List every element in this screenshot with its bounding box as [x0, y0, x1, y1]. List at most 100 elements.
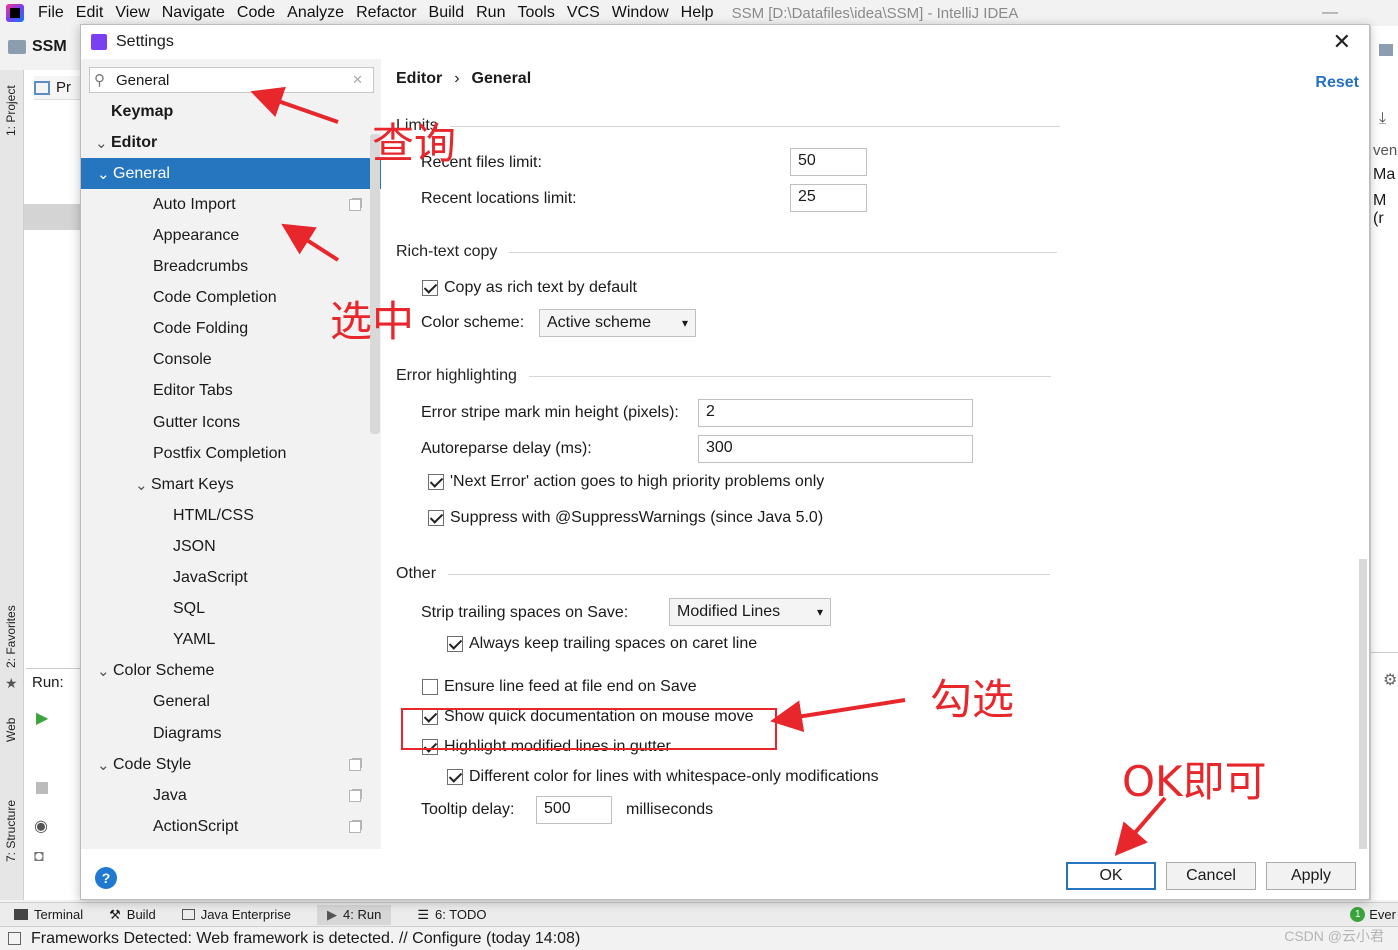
- tree-item-java[interactable]: Java: [81, 780, 381, 811]
- event-log[interactable]: 1 Ever: [1350, 907, 1396, 922]
- settings-gear-icon[interactable]: ⚙: [1383, 670, 1397, 690]
- menu-help[interactable]: Help: [675, 4, 720, 22]
- tree-item-label: Code Folding: [153, 320, 249, 338]
- download-icon[interactable]: ⤓: [1379, 110, 1386, 128]
- minimize-icon[interactable]: —: [1322, 4, 1338, 22]
- autoreparse-input[interactable]: 300: [698, 435, 973, 463]
- run-icon[interactable]: ▶: [36, 708, 48, 728]
- chevron-down-icon[interactable]: ⌄: [97, 662, 113, 680]
- breadcrumb-editor[interactable]: Editor: [396, 70, 442, 88]
- project-tab-stub[interactable]: Pr: [56, 79, 71, 96]
- content-scrollbar[interactable]: [1359, 559, 1367, 849]
- status-toggle-icon[interactable]: [8, 932, 21, 945]
- menu-refactor[interactable]: Refactor: [350, 4, 422, 22]
- menu-analyze[interactable]: Analyze: [281, 4, 350, 22]
- checkbox-box: [422, 679, 438, 695]
- tree-item-code-style[interactable]: ⌄ Code Style: [81, 749, 381, 780]
- apply-button[interactable]: Apply: [1266, 862, 1356, 890]
- camera-icon[interactable]: ◘: [34, 848, 44, 866]
- tree-item-label: Gutter Icons: [153, 413, 241, 431]
- menu-edit[interactable]: Edit: [70, 4, 110, 22]
- tree-item-actionscript[interactable]: ActionScript: [81, 811, 381, 842]
- tree-item-console[interactable]: Console: [81, 345, 381, 376]
- nav-project-name[interactable]: SSM: [32, 38, 67, 56]
- recent-locations-input[interactable]: 25: [790, 184, 867, 212]
- chevron-down-icon[interactable]: ⌄: [97, 165, 113, 183]
- stripe-height-input[interactable]: 2: [698, 399, 973, 427]
- tab-todo[interactable]: ☰ 6: TODO: [417, 907, 486, 923]
- tree-item-label: Code Style: [113, 755, 192, 773]
- tree-item-javascript[interactable]: JavaScript: [81, 563, 381, 594]
- copy-rich-text-checkbox[interactable]: Copy as rich text by default: [422, 279, 637, 297]
- cancel-button[interactable]: Cancel: [1166, 862, 1256, 890]
- tab-java-enterprise[interactable]: Java Enterprise: [181, 907, 291, 922]
- recent-files-input[interactable]: 50: [790, 148, 867, 176]
- chevron-down-icon[interactable]: ⌄: [97, 756, 113, 774]
- tree-item-sql[interactable]: SQL: [81, 594, 381, 625]
- bottom-tool-tabs: Terminal ⚒ Build Java Enterprise ▶ 4: Run …: [0, 902, 1398, 926]
- chevron-down-icon[interactable]: ⌄: [135, 476, 151, 494]
- tree-item-smart-keys[interactable]: ⌄ Smart Keys: [81, 469, 381, 500]
- menu-run[interactable]: Run: [470, 4, 511, 22]
- tool-web[interactable]: Web: [4, 718, 18, 742]
- search-icon: ⚲: [94, 72, 105, 89]
- strip-trailing-select[interactable]: Modified Lines ▾: [669, 598, 831, 626]
- tool-favorites[interactable]: 2: Favorites: [4, 605, 18, 668]
- tree-item-postfix-completion[interactable]: Postfix Completion: [81, 438, 381, 469]
- tree-item-general[interactable]: ⌄ General: [81, 158, 381, 190]
- menu-view[interactable]: View: [109, 4, 155, 22]
- tree-item-yaml[interactable]: YAML: [81, 625, 381, 656]
- ok-button[interactable]: OK: [1066, 862, 1156, 890]
- sidebar-scrollbar[interactable]: [370, 134, 380, 434]
- tab-build[interactable]: ⚒ Build: [109, 907, 156, 923]
- tree-item-editor-tabs[interactable]: Editor Tabs: [81, 376, 381, 407]
- tree-item-appearance[interactable]: Appearance: [81, 220, 381, 251]
- menu-tools[interactable]: Tools: [511, 4, 560, 22]
- clear-search-icon[interactable]: ✕: [352, 72, 363, 88]
- next-error-checkbox[interactable]: 'Next Error' action goes to high priorit…: [428, 473, 824, 491]
- menu-vcs[interactable]: VCS: [561, 4, 606, 22]
- tool-structure[interactable]: 7: Structure: [4, 800, 18, 862]
- tooltip-delay-input[interactable]: 500: [536, 796, 612, 824]
- list-icon: ☰: [417, 906, 429, 922]
- tab-run[interactable]: ▶ 4: Run: [317, 904, 392, 925]
- checkbox-box: [428, 474, 444, 490]
- tree-item-gutter-icons[interactable]: Gutter Icons: [81, 407, 381, 438]
- suppress-warnings-checkbox[interactable]: Suppress with @SuppressWarnings (since J…: [428, 509, 823, 527]
- menu-window[interactable]: Window: [606, 4, 675, 22]
- tree-item-label: Smart Keys: [151, 475, 234, 493]
- tree-item-html-css[interactable]: HTML/CSS: [81, 500, 381, 531]
- tree-item-label: YAML: [173, 631, 216, 649]
- tree-item-editor[interactable]: ⌄ Editor: [81, 127, 381, 158]
- terminal-icon: [14, 909, 28, 920]
- chevron-down-icon[interactable]: ⌄: [95, 134, 111, 152]
- tree-item-diagrams[interactable]: Diagrams: [81, 718, 381, 749]
- tool-project[interactable]: 1: Project: [4, 85, 18, 136]
- tree-item-general[interactable]: General: [81, 687, 381, 718]
- search-annotation: 查询: [372, 119, 457, 168]
- help-icon[interactable]: ?: [95, 867, 117, 889]
- menu-file[interactable]: File: [32, 4, 70, 22]
- status-text[interactable]: Frameworks Detected: Web framework is de…: [31, 930, 580, 948]
- window-icon: [34, 80, 50, 95]
- stop-icon[interactable]: [36, 782, 48, 794]
- keep-trailing-checkbox[interactable]: Always keep trailing spaces on caret lin…: [447, 635, 757, 653]
- menu-build[interactable]: Build: [423, 4, 471, 22]
- menu-navigate[interactable]: Navigate: [156, 4, 231, 22]
- tree-item-color-scheme[interactable]: ⌄ Color Scheme: [81, 656, 381, 687]
- tree-item-json[interactable]: JSON: [81, 531, 381, 562]
- tree-item-keymap[interactable]: Keymap: [81, 96, 381, 127]
- color-scheme-select[interactable]: Active scheme ▾: [539, 309, 696, 337]
- tree-item-breadcrumbs[interactable]: Breadcrumbs: [81, 252, 381, 283]
- tab-terminal[interactable]: Terminal: [14, 907, 83, 922]
- close-icon[interactable]: ✕: [1333, 29, 1351, 55]
- checkbox-box: [428, 510, 444, 526]
- line-feed-checkbox[interactable]: Ensure line feed at file end on Save: [422, 678, 697, 696]
- checkbox-box: [447, 636, 463, 652]
- settings-search-input[interactable]: ⚲ General ✕: [89, 67, 374, 93]
- whitespace-color-checkbox[interactable]: Different color for lines with whitespac…: [447, 768, 879, 786]
- reset-link[interactable]: Reset: [1315, 74, 1359, 92]
- eye-icon[interactable]: ◉: [34, 816, 48, 836]
- tree-item-auto-import[interactable]: Auto Import: [81, 189, 381, 220]
- menu-code[interactable]: Code: [231, 4, 281, 22]
